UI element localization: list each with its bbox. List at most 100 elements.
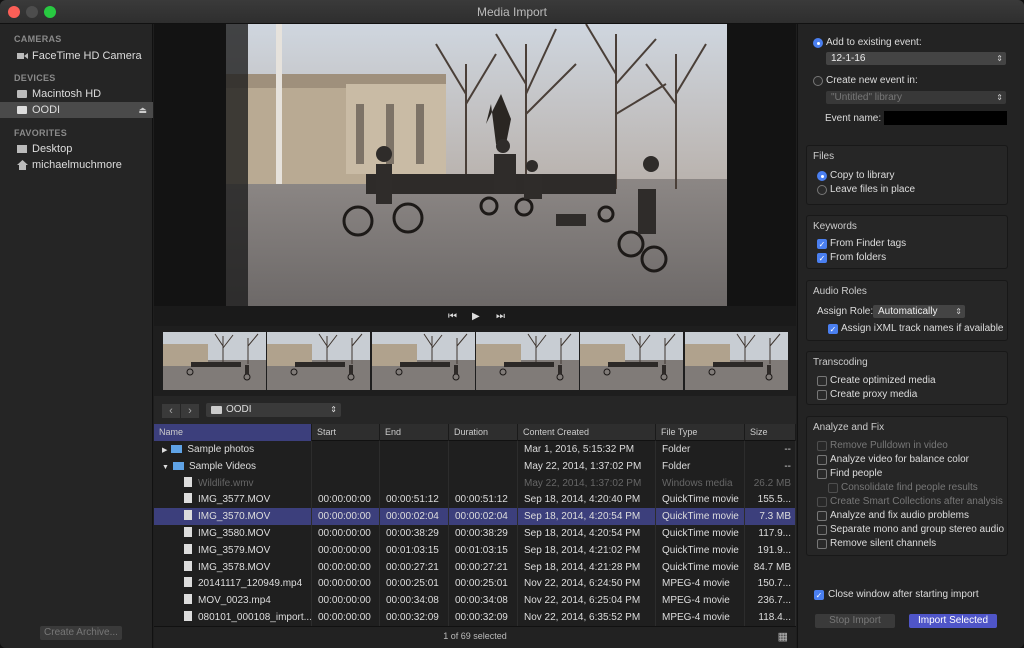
table-cell: Sep 18, 2014, 4:20:54 PM <box>518 525 656 542</box>
cell-start: 00:00:00:00 <box>318 561 371 573</box>
table-row[interactable]: IMG_3570.MOV 00:00:00:00 00:00:02:04 00:00:… <box>154 508 796 526</box>
sidebar-item-oodi[interactable]: OODI ⏏ <box>0 102 153 118</box>
event-name-field[interactable] <box>884 111 1007 125</box>
table-row[interactable]: ▶ Sample photos Mar 1, 2016, 5:15:32 PM Fol… <box>154 441 796 458</box>
filmstrip-frame[interactable] <box>475 332 579 390</box>
smart-collections-checkbox[interactable] <box>817 497 827 507</box>
close-window-checkbox[interactable]: ✓ <box>814 590 824 600</box>
column-header-file-type[interactable]: File Type <box>656 424 745 441</box>
consolidate-checkbox[interactable] <box>828 483 838 493</box>
cell-duration: 00:00:51:12 <box>455 494 508 506</box>
table-cell: 00:00:27:21 <box>449 558 518 576</box>
filmstrip-view-icon[interactable]: ▦ <box>778 630 788 643</box>
assign-role-label: Assign Role: <box>817 306 874 317</box>
table-cell: Sep 18, 2014, 4:20:40 PM <box>518 491 656 509</box>
cell-start: 00:00:00:00 <box>318 494 371 506</box>
cell-type: QuickTime movie <box>662 528 739 539</box>
sidebar-item-home[interactable]: michaelmuchmore <box>0 157 153 173</box>
proxy-media-checkbox[interactable] <box>817 390 827 400</box>
table-row[interactable]: IMG_3580.MOV 00:00:00:00 00:00:38:29 00:00:… <box>154 525 796 542</box>
camera-icon <box>17 53 28 59</box>
cell-size: 117.9... <box>758 528 791 539</box>
filmstrip-frame[interactable] <box>267 332 371 390</box>
table-cell: IMG_3570.MOV <box>154 508 312 526</box>
audio-problems-checkbox[interactable] <box>817 511 827 521</box>
table-row[interactable]: Wildlife.wmv May 22, 2014, 1:37:02 PM Wind… <box>154 474 796 492</box>
table-cell <box>312 474 380 492</box>
path-popup[interactable]: OODI ⇕ <box>206 403 341 417</box>
column-header-duration[interactable]: Duration <box>449 424 518 441</box>
playback-controls: ⏮ ▶ ⏭ <box>154 306 796 326</box>
table-row[interactable]: ▼ Sample Videos May 22, 2014, 1:37:02 PM Fo… <box>154 457 796 475</box>
table-cell: MPEG-4 movie <box>656 592 745 610</box>
forward-button[interactable]: › <box>181 404 199 418</box>
cell-size: 155.5... <box>757 494 791 506</box>
from-finder-tags-checkbox[interactable]: ✓ <box>817 239 827 249</box>
table-cell: 00:00:25:01 <box>380 575 449 593</box>
folder-icon <box>17 145 27 153</box>
create-new-event-radio[interactable] <box>813 76 823 86</box>
table-row[interactable]: IMG_3578.MOV 00:00:00:00 00:00:27:21 00:00:… <box>154 558 796 576</box>
table-cell <box>449 457 518 475</box>
sidebar-item-macintosh-hd[interactable]: Macintosh HD <box>0 86 153 102</box>
library-popup[interactable]: "Untitled" library ⇕ <box>826 91 1006 104</box>
from-folders-checkbox[interactable]: ✓ <box>817 253 827 263</box>
cell-name: Sample photos <box>187 444 255 455</box>
table-cell: 155.5... <box>745 491 796 509</box>
find-people-checkbox[interactable] <box>817 469 827 479</box>
status-bar: 1 of 69 selected ▦ <box>154 626 796 648</box>
back-button[interactable]: ‹ <box>162 404 180 418</box>
eject-icon[interactable]: ⏏ <box>138 102 147 118</box>
column-header-end[interactable]: End <box>380 424 449 441</box>
sidebar-item-facetime-camera[interactable]: FaceTime HD Camera <box>0 48 153 64</box>
table-cell <box>380 474 449 492</box>
table-cell: 26.2 MB <box>745 474 796 492</box>
hard-drive-icon <box>17 90 27 98</box>
table-cell: ▶ Sample photos <box>154 441 312 458</box>
assign-ixml-checkbox[interactable]: ✓ <box>828 324 838 334</box>
import-selected-button[interactable]: Import Selected <box>909 614 997 628</box>
column-header-start[interactable]: Start <box>312 424 380 441</box>
copy-to-library-radio[interactable] <box>817 171 827 181</box>
cell-start: 00:00:00:00 <box>318 612 371 623</box>
filmstrip-frame[interactable] <box>371 332 475 390</box>
next-icon[interactable]: ⏭ <box>496 311 505 322</box>
table-row[interactable]: 20141117_120949.mp4 00:00:00:00 00:00:25:0… <box>154 575 796 593</box>
proxy-media-label: Create proxy media <box>830 389 918 400</box>
cell-size: 26.2 MB <box>753 477 791 489</box>
event-popup[interactable]: 12-1-16 ⇕ <box>826 52 1006 65</box>
remove-silent-checkbox[interactable] <box>817 539 827 549</box>
filmstrip[interactable] <box>154 326 796 396</box>
table-row[interactable]: 080101_000108_import... 00:00:00:00 00:00:… <box>154 609 796 626</box>
column-header-content-created[interactable]: Content Created <box>518 424 656 441</box>
optimized-media-checkbox[interactable] <box>817 376 827 386</box>
assign-role-popup[interactable]: Automatically ⇕ <box>873 305 965 318</box>
remove-pulldown-checkbox[interactable] <box>817 441 827 451</box>
previous-icon[interactable]: ⏮ <box>448 311 457 322</box>
table-row[interactable]: MOV_0023.mp4 00:00:00:00 00:00:34:08 00:00:… <box>154 592 796 610</box>
filmstrip-frame[interactable] <box>163 332 266 390</box>
external-drive-icon <box>17 106 27 114</box>
column-header-size[interactable]: Size <box>745 424 796 441</box>
filmstrip-frame[interactable] <box>580 332 684 390</box>
play-icon[interactable]: ▶ <box>472 311 480 322</box>
cell-end: 00:00:51:12 <box>386 494 439 506</box>
separate-mono-checkbox[interactable] <box>817 525 827 535</box>
leave-files-radio[interactable] <box>817 185 827 195</box>
column-header-name[interactable]: Name <box>154 424 312 441</box>
cell-duration: 00:00:02:04 <box>455 511 508 523</box>
add-existing-event-radio[interactable] <box>813 38 823 48</box>
cell-created: Sep 18, 2014, 4:20:54 PM <box>524 511 641 523</box>
disclosure-triangle-icon[interactable]: ▶ <box>162 447 167 454</box>
disclosure-triangle-icon[interactable]: ▼ <box>162 464 169 471</box>
table-row[interactable]: IMG_3579.MOV 00:00:00:00 00:01:03:15 00:01:… <box>154 541 796 559</box>
create-archive-button[interactable]: Create Archive... <box>40 626 122 640</box>
sidebar-item-desktop[interactable]: Desktop <box>0 141 153 157</box>
movie-file-icon <box>184 510 192 521</box>
filmstrip-frame[interactable] <box>684 332 788 390</box>
table-row[interactable]: IMG_3577.MOV 00:00:00:00 00:00:51:12 00:00:… <box>154 491 796 509</box>
table-cell: IMG_3577.MOV <box>154 491 312 509</box>
stop-import-button[interactable]: Stop Import <box>815 614 895 628</box>
balance-color-checkbox[interactable] <box>817 455 827 465</box>
table-cell: QuickTime movie <box>656 508 745 526</box>
